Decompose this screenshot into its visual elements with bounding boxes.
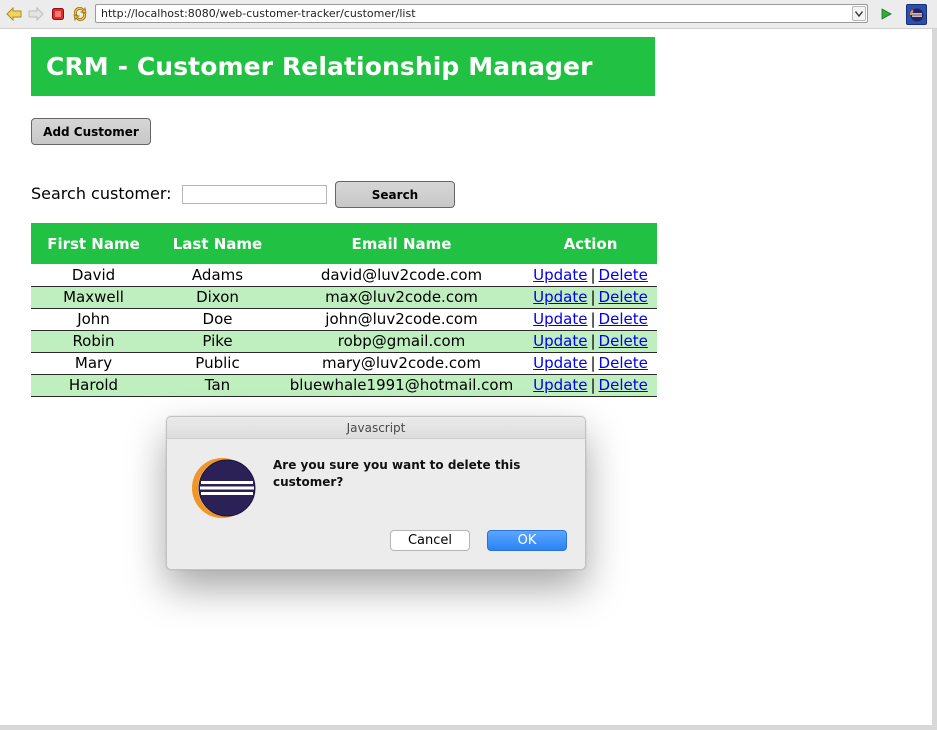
table-row: David Adams david@luv2code.com Update | De… (31, 264, 657, 287)
table-row: Robin Pike robp@gmail.com Update | Delete (31, 330, 657, 353)
page-header: CRM - Customer Relationship Manager (31, 37, 655, 96)
first-name-cell: Robin (31, 330, 156, 353)
update-link[interactable]: Update (533, 332, 587, 350)
url-text: http://localhost:8080/web-customer-track… (101, 7, 416, 20)
action-separator: | (590, 310, 596, 328)
delete-link[interactable]: Delete (599, 310, 648, 328)
action-separator: | (590, 354, 596, 372)
action-cell: Update | Delete (524, 264, 657, 287)
action-cell: Update | Delete (524, 352, 657, 375)
web-page: CRM - Customer Relationship Manager Add … (0, 29, 932, 725)
first-name-cell: David (31, 264, 156, 287)
refresh-icon[interactable] (71, 5, 89, 23)
delete-link[interactable]: Delete (599, 266, 648, 284)
search-button[interactable]: Search (335, 181, 455, 208)
action-cell: Update | Delete (524, 374, 657, 397)
email-cell: mary@luv2code.com (279, 352, 524, 375)
url-dropdown-button[interactable] (852, 6, 866, 21)
last-name-cell: Tan (156, 374, 279, 397)
action-cell: Update | Delete (524, 286, 657, 309)
eclipse-browser-icon[interactable] (906, 4, 927, 25)
dialog-title: Javascript (167, 417, 585, 439)
action-cell: Update | Delete (524, 308, 657, 331)
last-name-cell: Public (156, 352, 279, 375)
last-name-cell: Pike (156, 330, 279, 353)
window-edge-bottom (0, 725, 932, 730)
eclipse-icon (189, 457, 257, 519)
action-separator: | (590, 265, 596, 284)
customer-table: First Name Last Name Email Name Action D… (31, 223, 657, 397)
last-name-cell: Adams (156, 264, 279, 287)
action-separator: | (590, 376, 596, 394)
ok-button[interactable]: OK (487, 530, 567, 551)
search-label: Search customer: (31, 184, 172, 203)
email-cell: max@luv2code.com (279, 286, 524, 309)
add-customer-button[interactable]: Add Customer (31, 118, 151, 145)
forward-icon[interactable] (27, 5, 45, 23)
last-name-cell: Dixon (156, 286, 279, 309)
update-link[interactable]: Update (533, 266, 587, 284)
stop-icon[interactable] (49, 5, 67, 23)
action-separator: | (590, 288, 596, 306)
email-cell: john@luv2code.com (279, 308, 524, 331)
column-header-last-name: Last Name (156, 223, 279, 264)
first-name-cell: Maxwell (31, 286, 156, 309)
window-edge-right (932, 29, 937, 730)
email-cell: robp@gmail.com (279, 330, 524, 353)
last-name-cell: Doe (156, 308, 279, 331)
chevron-down-icon (855, 10, 863, 17)
search-input[interactable] (182, 185, 327, 204)
page-title: CRM - Customer Relationship Manager (46, 52, 593, 81)
email-cell: bluewhale1991@hotmail.com (279, 374, 524, 397)
email-cell: david@luv2code.com (279, 264, 524, 287)
dialog-message: Are you sure you want to delete this cus… (273, 458, 521, 489)
delete-link[interactable]: Delete (599, 376, 648, 394)
browser-toolbar: http://localhost:8080/web-customer-track… (0, 0, 937, 29)
browser-window: http://localhost:8080/web-customer-track… (0, 0, 937, 730)
table-row: John Doe john@luv2code.com Update | Delete (31, 308, 657, 331)
action-separator: | (590, 332, 596, 350)
cancel-button[interactable]: Cancel (390, 530, 470, 551)
table-row: Harold Tan bluewhale1991@hotmail.com Upd… (31, 374, 657, 397)
update-link[interactable]: Update (533, 376, 587, 394)
column-header-email: Email Name (279, 223, 524, 264)
column-header-first-name: First Name (31, 223, 156, 264)
table-header-row: First Name Last Name Email Name Action (31, 223, 657, 264)
first-name-cell: Mary (31, 352, 156, 375)
update-link[interactable]: Update (533, 288, 587, 306)
first-name-cell: Harold (31, 374, 156, 397)
url-input[interactable]: http://localhost:8080/web-customer-track… (95, 4, 868, 23)
table-row: Maxwell Dixon max@luv2code.com Update | De… (31, 286, 657, 309)
delete-link[interactable]: Delete (599, 332, 648, 350)
action-cell: Update | Delete (524, 330, 657, 353)
first-name-cell: John (31, 308, 156, 331)
update-link[interactable]: Update (533, 354, 587, 372)
confirm-dialog: Javascript Are you sure you want to dele… (166, 416, 586, 570)
back-icon[interactable] (5, 5, 23, 23)
table-row: Mary Public mary@luv2code.com Update | Del… (31, 352, 657, 375)
go-icon[interactable] (877, 5, 895, 23)
delete-link[interactable]: Delete (599, 288, 648, 306)
update-link[interactable]: Update (533, 310, 587, 328)
column-header-action: Action (524, 223, 657, 264)
delete-link[interactable]: Delete (599, 354, 648, 372)
